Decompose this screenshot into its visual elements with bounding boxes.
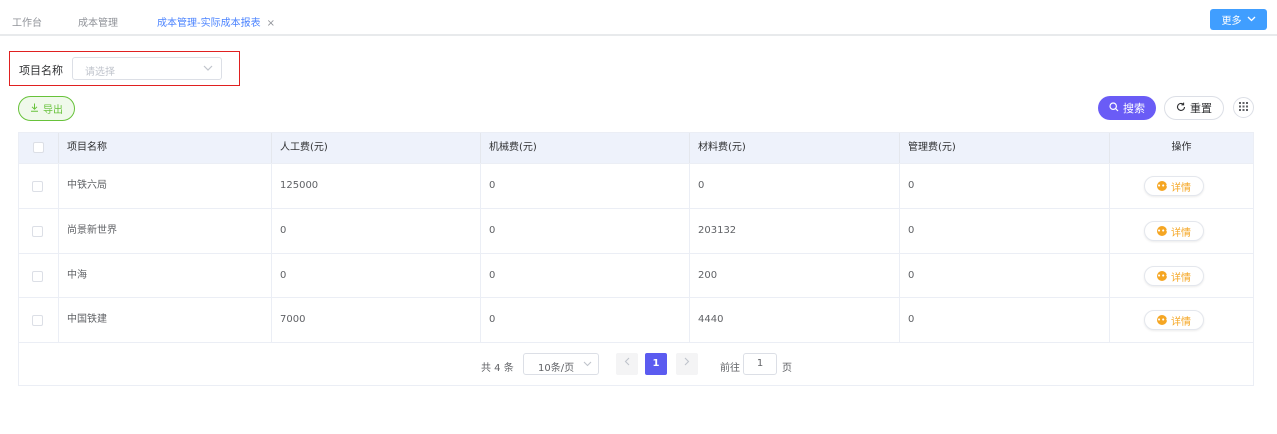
row-checkbox[interactable] [32,271,43,282]
table-row: 尚景新世界 0 0 203132 0 ••• 详情 [19,208,1253,253]
detail-button-label: 详情 [1171,272,1191,284]
more-dots-icon: ••• [1157,226,1170,236]
cell-management: 0 [900,254,1110,298]
select-placeholder: 请选择 [85,67,115,78]
more-dots-icon: ••• [1157,181,1170,191]
pagination-total: 共 4 条 [481,363,514,374]
chevron-down-icon [203,61,213,78]
cell-labor: 0 [272,254,481,298]
column-header-material[interactable]: 材料费(元) [690,133,900,163]
export-button[interactable]: 导出 [18,96,75,121]
search-icon [1109,101,1119,115]
tab-bar: 工作台 成本管理 成本管理-实际成本报表 × 更多 [0,0,1277,36]
row-checkbox[interactable] [32,315,43,326]
row-checkbox[interactable] [32,181,43,192]
cell-labor: 0 [272,209,481,253]
row-select-cell [19,164,59,208]
row-select-cell [19,209,59,253]
cell-project-name: 中国铁建 [59,298,272,342]
cell-labor: 7000 [272,298,481,342]
table-row: 中海 0 0 200 0 ••• 详情 [19,253,1253,298]
export-button-label: 导出 [43,105,63,116]
reset-button-label: 重置 [1190,102,1212,115]
cell-material: 0 [690,164,900,208]
search-button-label: 搜索 [1123,102,1145,115]
row-select-cell [19,254,59,298]
cost-report-table: 项目名称 人工费(元) 机械费(元) 材料费(元) 管理费(元) 操作 中铁六局… [18,132,1254,386]
table-header: 项目名称 人工费(元) 机械费(元) 材料费(元) 管理费(元) 操作 [19,133,1253,163]
cell-project-name: 中海 [59,254,272,298]
detail-button[interactable]: ••• 详情 [1144,266,1204,286]
cell-material: 4440 [690,298,900,342]
cell-material: 200 [690,254,900,298]
cell-machine: 0 [481,209,690,253]
goto-page-input[interactable]: 1 [743,353,777,375]
tab-actual-cost-report[interactable]: 成本管理-实际成本报表 × [157,14,275,29]
cell-project-name: 尚景新世界 [59,209,272,253]
more-button-label: 更多 [1221,16,1242,27]
goto-unit: 页 [782,363,792,374]
chevron-down-icon [1247,15,1256,24]
more-button[interactable]: 更多 [1210,9,1267,30]
page-number-current[interactable]: 1 [645,353,667,375]
chevron-left-icon [624,357,630,369]
tab-cost-management[interactable]: 成本管理 [78,14,118,29]
cell-management: 0 [900,298,1110,342]
project-name-label: 项目名称 [19,64,63,77]
column-settings-button[interactable] [1233,97,1254,118]
column-header-labor[interactable]: 人工费(元) [272,133,481,163]
cell-material: 203132 [690,209,900,253]
more-dots-icon: ••• [1157,271,1170,281]
cell-management: 0 [900,209,1110,253]
page-size-value: 10条/页 [538,363,575,374]
grid-icon [1239,101,1248,114]
detail-button-label: 详情 [1171,316,1191,328]
column-header-project-name[interactable]: 项目名称 [59,133,272,163]
chevron-down-icon [583,358,592,373]
row-checkbox[interactable] [32,226,43,237]
column-header-management[interactable]: 管理费(元) [900,133,1110,163]
search-button[interactable]: 搜索 [1098,96,1156,120]
column-header-machine[interactable]: 机械费(元) [481,133,690,163]
select-all-checkbox[interactable] [33,142,44,153]
chevron-right-icon [684,357,690,369]
detail-button[interactable]: ••• 详情 [1144,221,1204,241]
detail-button-label: 详情 [1171,227,1191,239]
next-page-button[interactable] [676,353,698,375]
prev-page-button[interactable] [616,353,638,375]
filter-panel: 项目名称 请选择 [9,51,240,86]
cell-machine: 0 [481,298,690,342]
page-size-select[interactable]: 10条/页 [523,353,599,375]
tab-workbench[interactable]: 工作台 [12,14,42,29]
detail-button[interactable]: ••• 详情 [1144,176,1204,196]
cell-machine: 0 [481,254,690,298]
cell-machine: 0 [481,164,690,208]
download-icon [30,103,39,115]
close-icon[interactable]: × [267,18,275,29]
tab-label: 成本管理-实际成本报表 [157,18,261,29]
pagination: 共 4 条 10条/页 1 前往 1 页 [19,342,1253,386]
select-all-cell [19,133,59,163]
column-header-actions: 操作 [1171,142,1192,153]
detail-button-label: 详情 [1171,182,1191,194]
table-row: 中国铁建 7000 0 4440 0 ••• 详情 [19,297,1253,342]
detail-button[interactable]: ••• 详情 [1144,310,1204,330]
row-select-cell [19,298,59,342]
cell-management: 0 [900,164,1110,208]
project-name-select[interactable]: 请选择 [72,57,222,80]
table-row: 中铁六局 125000 0 0 0 ••• 详情 [19,163,1253,208]
cell-labor: 125000 [272,164,481,208]
cell-project-name: 中铁六局 [59,164,272,208]
refresh-icon [1176,102,1186,115]
goto-label: 前往 [720,363,740,374]
more-dots-icon: ••• [1157,315,1170,325]
reset-button[interactable]: 重置 [1164,96,1224,120]
